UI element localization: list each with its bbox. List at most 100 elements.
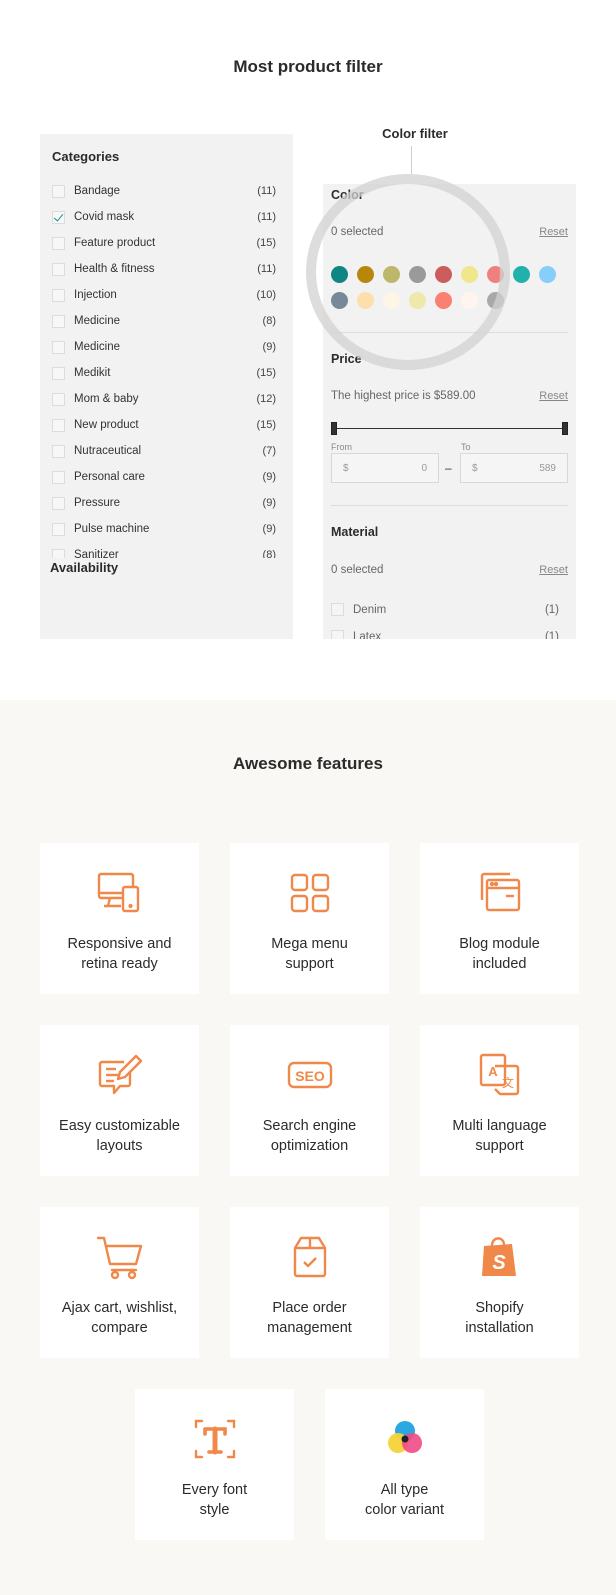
color-swatch[interactable] bbox=[435, 266, 452, 283]
category-count: (11) bbox=[257, 263, 276, 275]
categories-title: Categories bbox=[52, 149, 120, 164]
checkbox[interactable] bbox=[331, 630, 344, 639]
price-to-value: 589 bbox=[539, 463, 556, 474]
price-slider-min-handle[interactable] bbox=[331, 422, 337, 435]
checkbox[interactable] bbox=[52, 210, 65, 224]
checkbox[interactable] bbox=[52, 392, 65, 406]
price-range-dash: – bbox=[445, 461, 452, 475]
material-filter-title: Material bbox=[331, 525, 379, 539]
color-variant-icon bbox=[381, 1416, 429, 1462]
category-item[interactable]: Nutraceutical (7) bbox=[52, 438, 276, 464]
checkbox[interactable] bbox=[52, 522, 65, 536]
feature-label: Mega menu support bbox=[271, 936, 348, 972]
price-from-label: From bbox=[331, 442, 352, 452]
category-count: (9) bbox=[262, 523, 276, 535]
price-slider-track[interactable] bbox=[333, 428, 566, 429]
material-count: (1) bbox=[544, 630, 559, 640]
material-reset-link[interactable]: Reset bbox=[539, 564, 568, 576]
category-item[interactable]: Bandage (11) bbox=[52, 178, 276, 204]
checkbox[interactable] bbox=[52, 418, 65, 432]
category-item[interactable]: Pressure (9) bbox=[52, 490, 276, 516]
color-swatch[interactable] bbox=[435, 292, 452, 309]
category-item[interactable]: Medicine (8) bbox=[52, 308, 276, 334]
category-label: Feature product bbox=[74, 237, 156, 249]
price-to-input[interactable]: $ 589 bbox=[460, 453, 568, 483]
category-label: Sanitizer bbox=[74, 549, 119, 558]
color-swatch[interactable] bbox=[487, 266, 504, 283]
color-swatch[interactable] bbox=[331, 292, 348, 309]
categories-panel: Categories Bandage (11) Covid mask (11) Feat… bbox=[40, 134, 293, 639]
feature-card: SEO Search engine optimization bbox=[230, 1025, 389, 1176]
checkbox[interactable] bbox=[52, 444, 65, 458]
checkbox[interactable] bbox=[52, 548, 65, 558]
color-reset-link[interactable]: Reset bbox=[539, 226, 568, 238]
category-item[interactable]: Personal care (9) bbox=[52, 464, 276, 490]
color-swatch[interactable] bbox=[513, 266, 530, 283]
category-item[interactable]: Injection (10) bbox=[52, 282, 276, 308]
section-title-filter: Most product filter bbox=[233, 57, 383, 76]
svg-text:文: 文 bbox=[501, 1075, 513, 1090]
color-swatch[interactable] bbox=[357, 292, 374, 309]
material-option-denim[interactable]: Denim (1) bbox=[331, 603, 559, 616]
category-label: Mom & baby bbox=[74, 393, 139, 405]
checkbox[interactable] bbox=[331, 603, 344, 616]
material-count: (1) bbox=[544, 603, 559, 616]
filter-panel: Color 0 selected Reset Price The highest… bbox=[323, 184, 576, 639]
checkbox[interactable] bbox=[52, 340, 65, 354]
category-count: (11) bbox=[257, 211, 276, 223]
price-slider-max-handle[interactable] bbox=[562, 422, 568, 435]
feature-label: All type color variant bbox=[365, 1482, 444, 1518]
price-reset-link[interactable]: Reset bbox=[539, 390, 568, 402]
category-item[interactable]: Pulse machine (9) bbox=[52, 516, 276, 542]
color-swatch[interactable] bbox=[487, 292, 504, 309]
color-swatch[interactable] bbox=[539, 266, 556, 283]
category-count: (11) bbox=[257, 185, 276, 197]
color-swatch-row-1 bbox=[331, 266, 565, 283]
category-item[interactable]: Mom & baby (12) bbox=[52, 386, 276, 412]
color-swatch[interactable] bbox=[357, 266, 374, 283]
material-option-latex[interactable]: Latex (1) bbox=[331, 630, 559, 639]
checkbox[interactable] bbox=[52, 470, 65, 484]
color-swatch[interactable] bbox=[409, 292, 426, 309]
feature-card: Ajax cart, wishlist, compare bbox=[40, 1207, 199, 1358]
price-filter-title: Price bbox=[331, 352, 362, 366]
category-label: New product bbox=[74, 419, 139, 431]
category-item[interactable]: Health & fitness (11) bbox=[52, 256, 276, 282]
category-count: (15) bbox=[256, 237, 276, 249]
category-item[interactable]: Medikit (15) bbox=[52, 360, 276, 386]
feature-label: Every font style bbox=[181, 1482, 248, 1518]
category-item[interactable]: Feature product (15) bbox=[52, 230, 276, 256]
callout-line bbox=[411, 146, 412, 174]
feature-label: Search engine optimization bbox=[262, 1118, 357, 1154]
category-item[interactable]: New product (15) bbox=[52, 412, 276, 438]
color-swatch[interactable] bbox=[461, 292, 478, 309]
categories-list[interactable]: Bandage (11) Covid mask (11) Feature product… bbox=[52, 178, 276, 558]
svg-text:S: S bbox=[492, 1252, 506, 1274]
checkbox[interactable] bbox=[52, 288, 65, 302]
color-swatch[interactable] bbox=[461, 266, 478, 283]
category-count: (8) bbox=[262, 549, 276, 558]
color-swatch[interactable] bbox=[331, 266, 348, 283]
material-selected-count: 0 selected bbox=[331, 564, 384, 576]
category-label: Medikit bbox=[74, 367, 111, 379]
category-label: Personal care bbox=[74, 471, 145, 483]
price-from-input[interactable]: $ 0 bbox=[331, 453, 439, 483]
color-swatch[interactable] bbox=[409, 266, 426, 283]
shopify-bag-icon: S bbox=[476, 1234, 524, 1280]
checkbox[interactable] bbox=[52, 236, 65, 250]
checkbox[interactable] bbox=[52, 496, 65, 510]
checkbox[interactable] bbox=[52, 184, 65, 198]
color-swatch[interactable] bbox=[383, 292, 400, 309]
category-item[interactable]: Covid mask (11) bbox=[52, 204, 276, 230]
category-item[interactable]: Sanitizer (8) bbox=[52, 542, 276, 558]
checkbox[interactable] bbox=[52, 314, 65, 328]
availability-title[interactable]: Availability bbox=[50, 560, 119, 575]
checkbox[interactable] bbox=[52, 366, 65, 380]
checkbox[interactable] bbox=[52, 262, 65, 276]
category-item[interactable]: Medicine (9) bbox=[52, 334, 276, 360]
feature-label: Blog module included bbox=[459, 936, 540, 972]
feature-card: S Shopify installation bbox=[420, 1207, 579, 1358]
translate-icon: A文 bbox=[476, 1052, 524, 1098]
feature-label: Responsive and retina ready bbox=[67, 936, 172, 972]
color-swatch[interactable] bbox=[383, 266, 400, 283]
